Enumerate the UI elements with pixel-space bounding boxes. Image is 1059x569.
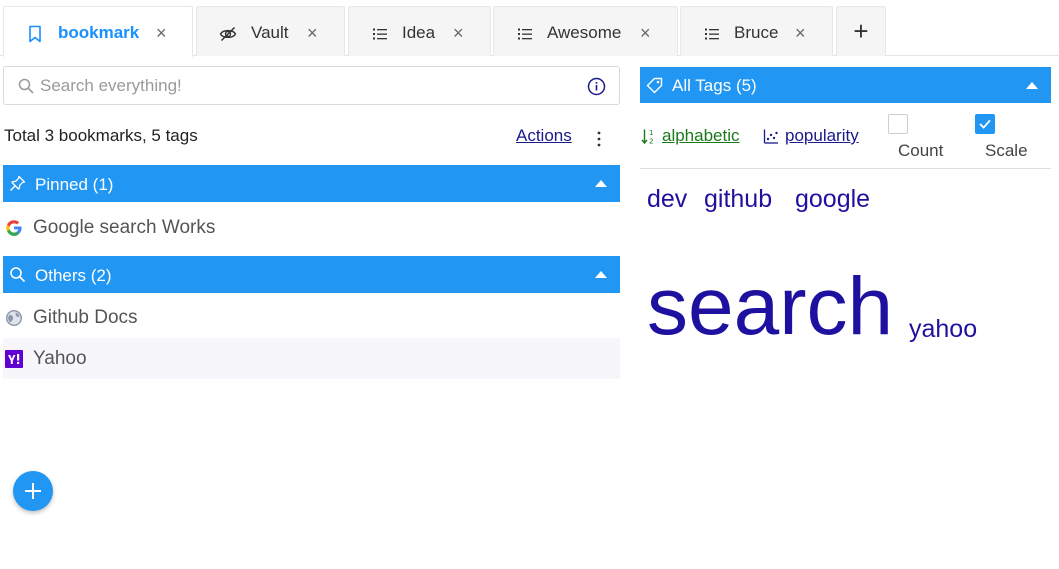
group-label: Others (2) (35, 266, 112, 285)
collapse-caret-icon[interactable] (595, 271, 607, 278)
list-icon (373, 28, 387, 40)
pin-icon (10, 175, 26, 191)
group-label: Pinned (1) (35, 175, 114, 194)
checkmark-icon (979, 119, 991, 129)
tab-label: Vault (251, 23, 289, 42)
actions-link[interactable]: Actions (516, 126, 572, 146)
close-icon[interactable]: × (453, 24, 464, 42)
google-favicon (6, 220, 22, 236)
search-icon (10, 267, 26, 283)
sort-alpha-icon: 1 2 (641, 129, 653, 146)
tag-icon (646, 77, 663, 94)
tag-dev[interactable]: dev (647, 187, 687, 212)
search-input[interactable] (40, 75, 560, 97)
divider (640, 168, 1051, 169)
count-label: Count (898, 141, 944, 160)
sort-alphabetic-link[interactable]: alphabetic (662, 126, 740, 146)
tags-panel-title: All Tags (5) (672, 76, 757, 95)
tab-bruce[interactable]: Bruce × (680, 6, 833, 56)
scatter-chart-icon (763, 129, 778, 144)
tab-label: Bruce (734, 23, 779, 42)
tab-awesome[interactable]: Awesome × (493, 6, 678, 56)
scale-label: Scale (985, 141, 1028, 160)
close-icon[interactable]: × (156, 24, 167, 42)
info-icon[interactable] (587, 77, 606, 96)
tags-panel-header[interactable]: All Tags (5) (640, 67, 1051, 103)
bookmark-item[interactable]: Google search Works (3, 207, 620, 248)
bookmark-title: Github Docs (33, 307, 138, 328)
tag-search[interactable]: search (647, 266, 893, 348)
tab-label: bookmark (58, 23, 140, 42)
list-icon (705, 28, 719, 40)
sort-popularity-link[interactable]: popularity (785, 126, 859, 146)
count-checkbox[interactable] (888, 114, 908, 134)
search-box (3, 66, 620, 105)
bookmark-item[interactable]: Yahoo (3, 338, 620, 379)
add-bookmark-button[interactable] (13, 471, 53, 511)
tab-vault[interactable]: Vault × (196, 6, 345, 56)
tab-bookmark[interactable]: bookmark × (3, 6, 193, 57)
collapse-caret-icon[interactable] (595, 180, 607, 187)
close-icon[interactable]: × (307, 24, 318, 42)
tag-google[interactable]: google (795, 187, 870, 212)
tab-label: Awesome (547, 23, 622, 42)
eye-off-icon (219, 26, 237, 42)
tab-idea[interactable]: Idea × (348, 6, 491, 56)
globe-favicon (6, 310, 22, 326)
search-icon (18, 78, 34, 94)
bookmark-item[interactable]: Github Docs (3, 297, 620, 338)
close-icon[interactable]: × (795, 24, 806, 42)
close-icon[interactable]: × (640, 24, 651, 42)
add-tab-button[interactable]: + (836, 6, 886, 56)
group-header-others[interactable]: Others (2) (3, 256, 620, 293)
svg-text:1: 1 (649, 129, 653, 137)
tag-yahoo[interactable]: yahoo (909, 317, 977, 342)
tab-bar: bookmark × Vault × Idea × Awesome × Bruc… (0, 0, 1059, 57)
yahoo-favicon (5, 350, 23, 368)
more-options-icon[interactable] (591, 128, 607, 150)
bookmark-title: Google search Works (33, 217, 216, 238)
scale-checkbox[interactable] (975, 114, 995, 134)
bookmark-totals: Total 3 bookmarks, 5 tags (4, 126, 198, 145)
group-header-pinned[interactable]: Pinned (1) (3, 165, 620, 202)
collapse-caret-icon[interactable] (1026, 82, 1038, 89)
bookmark-icon (29, 25, 41, 43)
bookmark-title: Yahoo (33, 348, 87, 369)
svg-text:2: 2 (649, 138, 653, 146)
tab-label: Idea (402, 23, 436, 42)
list-icon (518, 28, 532, 40)
tag-github[interactable]: github (704, 187, 772, 212)
